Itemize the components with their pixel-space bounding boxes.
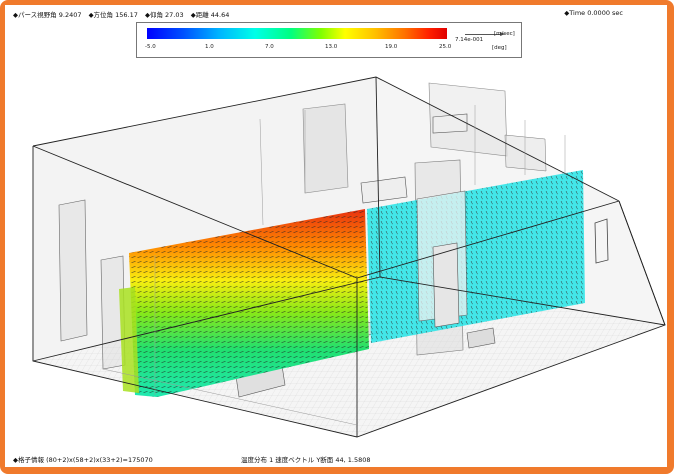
display-info: 温度分布 1 速度ベクトル Y断面 44, 1.5808 xyxy=(241,456,371,464)
column xyxy=(432,242,460,328)
room-3d-view[interactable] xyxy=(5,5,667,467)
viewport[interactable]: ◆パース視野角 9.2407 ◆方位角 156.17 ◆仰角 27.03 ◆距離… xyxy=(5,5,667,467)
partition-block xyxy=(302,103,349,194)
equipment-box xyxy=(432,113,468,134)
mesh-info: ◆格子情報 (80+2)x(58+2)x(33+2)=175070 xyxy=(13,456,153,464)
door-left xyxy=(58,199,88,342)
